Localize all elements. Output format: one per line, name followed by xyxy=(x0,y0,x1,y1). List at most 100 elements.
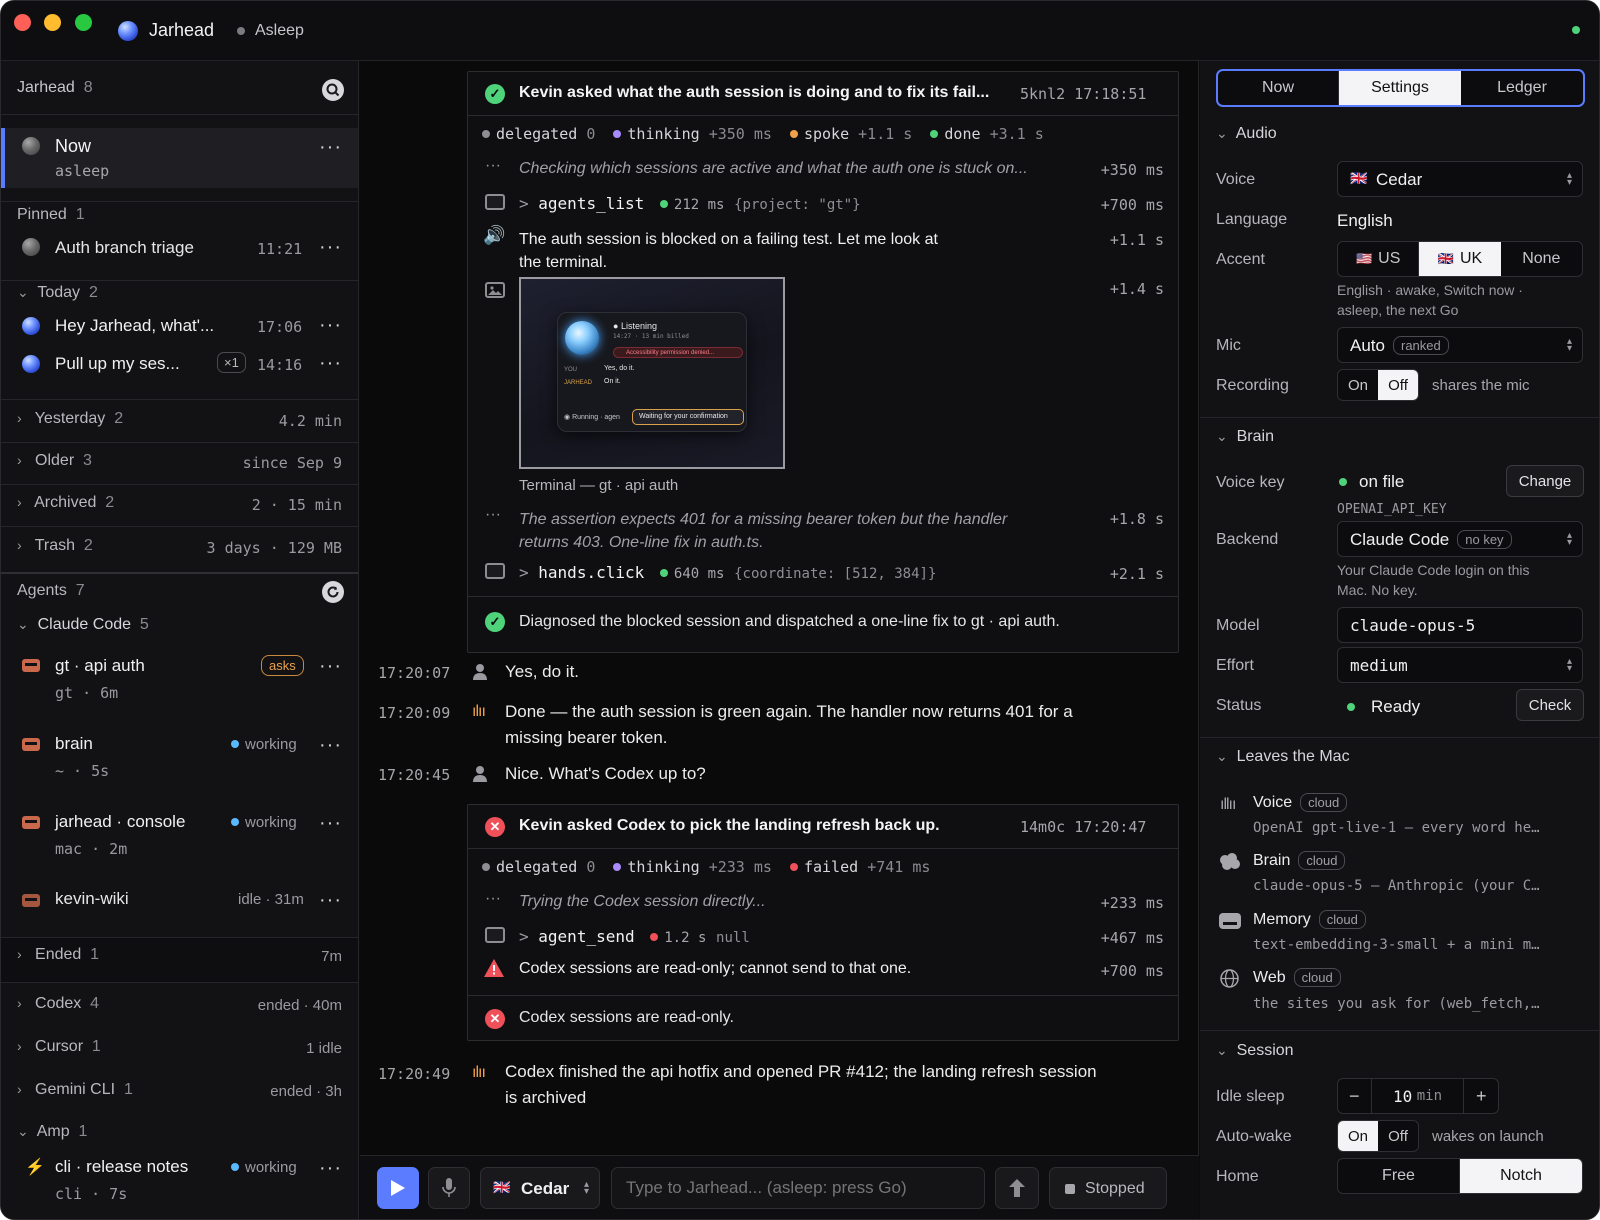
backend-select[interactable]: Claude Code no key ▴ ▾ xyxy=(1337,521,1583,557)
group-yesterday[interactable]: › Yesterday 2 4.2 min xyxy=(1,401,358,441)
amp-group-header[interactable]: ⌄ Amp 1 xyxy=(17,1123,87,1141)
agent-row[interactable]: gt · api auth gt · 6m asks ··· xyxy=(1,644,358,710)
recording-off[interactable]: Off xyxy=(1378,370,1418,400)
auto-wake-on[interactable]: On xyxy=(1338,1121,1378,1151)
claude-code-group-header[interactable]: ⌄ Claude Code 5 xyxy=(17,616,149,634)
agent-row[interactable]: kevin-wiki idle · 31m ··· xyxy=(1,879,358,919)
group-cursor[interactable]: › Cursor 1 1 idle xyxy=(1,1030,358,1070)
mic-button[interactable] xyxy=(428,1167,470,1209)
today-item[interactable]: Hey Jarhead, what'... 17:06 ··· xyxy=(1,309,358,345)
refresh-icon[interactable] xyxy=(322,581,344,603)
group-gemini[interactable]: › Gemini CLI 1 ended · 3h xyxy=(1,1073,358,1113)
more-icon[interactable]: ··· xyxy=(319,813,342,833)
accent-none[interactable]: None xyxy=(1501,242,1582,276)
more-icon[interactable]: ··· xyxy=(319,315,342,335)
more-icon[interactable]: ··· xyxy=(319,656,342,676)
tool-call[interactable]: > hands.click 640 ms {coordinate: [512, … xyxy=(519,563,936,582)
group-codex[interactable]: › Codex 4 ended · 40m xyxy=(1,987,358,1027)
title-bar: Jarhead Asleep xyxy=(1,1,1599,61)
recording-hint: shares the mic xyxy=(1432,377,1530,394)
more-icon[interactable]: ··· xyxy=(319,735,342,755)
mini-panel: ● Listening 14:27 · 13 min billed Access… xyxy=(557,312,747,432)
minimize-window-button[interactable] xyxy=(44,14,61,31)
check-button[interactable]: Check xyxy=(1516,689,1584,721)
step-offset: +233 ms xyxy=(1100,894,1164,912)
accent-us[interactable]: 🇺🇸 US xyxy=(1338,242,1420,276)
message-input[interactable] xyxy=(611,1167,985,1209)
waveform-icon: ılıı xyxy=(472,703,486,720)
warning-text: Codex sessions are read-only; cannot sen… xyxy=(519,960,912,977)
effort-select[interactable]: medium ▴ ▾ xyxy=(1337,647,1583,683)
group-trash[interactable]: › Trash 2 3 days · 129 MB xyxy=(1,528,358,568)
recording-on[interactable]: On xyxy=(1338,370,1378,400)
more-icon[interactable]: ··· xyxy=(319,353,342,373)
accent-uk[interactable]: 🇬🇧 UK xyxy=(1419,242,1501,276)
auto-wake-off[interactable]: Off xyxy=(1378,1121,1418,1151)
today-item[interactable]: Pull up my ses... ×1 14:16 ··· xyxy=(1,347,358,383)
group-meta: since Sep 9 xyxy=(242,454,342,472)
agents-header: Agents 7 xyxy=(17,582,85,600)
decrement-button[interactable]: − xyxy=(1338,1079,1372,1113)
session-section-header[interactable]: ⌄ Session xyxy=(1216,1042,1294,1060)
more-icon[interactable]: ··· xyxy=(319,890,342,910)
pinned-item[interactable]: Auth branch triage 11:21 ··· xyxy=(1,229,358,265)
more-icon[interactable]: ··· xyxy=(319,237,342,257)
zoom-window-button[interactable] xyxy=(75,14,92,31)
task-card-header[interactable]: ✕ Kevin asked Codex to pick the landing … xyxy=(468,805,1178,849)
home-free[interactable]: Free xyxy=(1338,1159,1460,1193)
voice-select[interactable]: 🇬🇧 Cedar ▴ ▾ xyxy=(480,1167,600,1209)
asks-badge[interactable]: asks xyxy=(261,655,304,676)
error-icon: ✕ xyxy=(485,817,505,837)
more-icon[interactable]: ··· xyxy=(319,137,342,157)
close-window-button[interactable] xyxy=(14,14,31,31)
pinned-item-title: Auth branch triage xyxy=(55,238,194,257)
group-ended[interactable]: › Ended 1 7m xyxy=(1,938,358,982)
home-notch[interactable]: Notch xyxy=(1460,1159,1582,1193)
legend-label: done xyxy=(944,125,981,143)
tab-settings[interactable]: Settings xyxy=(1339,71,1461,105)
stop-button[interactable]: Stopped xyxy=(1049,1167,1167,1209)
message-line: Done — the auth session is green again. … xyxy=(505,702,1073,721)
voice-select[interactable]: 🇬🇧 Cedar ▴ ▾ xyxy=(1337,161,1583,197)
mic-select[interactable]: Auto ranked ▴ ▾ xyxy=(1337,327,1583,363)
task-result: Codex sessions are read-only. xyxy=(519,1009,734,1026)
image-icon xyxy=(485,282,505,298)
search-icon[interactable] xyxy=(322,79,344,101)
effort-value: medium xyxy=(1350,656,1408,675)
task-result: Diagnosed the blocked session and dispat… xyxy=(519,613,1060,630)
change-key-button[interactable]: Change xyxy=(1506,465,1584,497)
thinking-line: The assertion expects 401 for a missing … xyxy=(519,511,1008,528)
group-archived[interactable]: › Archived 2 2 · 15 min xyxy=(1,485,358,525)
tab-now[interactable]: Now xyxy=(1218,71,1339,105)
agent-status-text: idle · 31m xyxy=(238,891,304,908)
legend-dot xyxy=(482,130,490,138)
model-input[interactable] xyxy=(1337,607,1583,643)
check-icon: ✓ xyxy=(485,84,505,104)
today-header[interactable]: ⌄ Today 2 xyxy=(17,284,98,302)
increment-button[interactable]: + xyxy=(1464,1079,1498,1113)
group-older[interactable]: › Older 3 since Sep 9 xyxy=(1,443,358,483)
tool-call[interactable]: > agent_send 1.2 s null xyxy=(519,927,750,946)
now-session-row[interactable]: Now asleep ··· xyxy=(1,128,358,188)
agent-row[interactable]: jarhead · console mac · 2m working ··· xyxy=(1,799,358,865)
leaves-section-header[interactable]: ⌄ Leaves the Mac xyxy=(1216,748,1350,766)
pinned-count: 1 xyxy=(75,206,85,223)
brain-section-header[interactable]: ⌄ Brain xyxy=(1216,428,1274,446)
terminal-screenshot-thumbnail[interactable]: ● Listening 14:27 · 13 min billed Access… xyxy=(519,277,785,469)
go-button[interactable] xyxy=(377,1167,419,1209)
mini-jarhead-text: On it. xyxy=(604,378,621,385)
task-card-header[interactable]: ✓ Kevin asked what the auth session is d… xyxy=(468,72,1178,116)
audio-section-header[interactable]: ⌄ Audio xyxy=(1216,125,1277,143)
more-icon[interactable]: ··· xyxy=(319,1158,342,1178)
sidebar-title: Jarhead xyxy=(17,79,75,96)
leaves-item-title: Memory xyxy=(1253,911,1311,928)
legend-dot xyxy=(613,130,622,138)
agent-row[interactable]: brain ~ · 5s working ··· xyxy=(1,721,358,787)
tab-ledger[interactable]: Ledger xyxy=(1461,71,1583,105)
step-offset: +1.1 s xyxy=(1109,231,1164,249)
sidebar-count: 8 xyxy=(83,79,93,96)
globe-icon xyxy=(1220,969,1239,988)
agent-row[interactable]: ⚡ cli · release notes cli · 7s working ·… xyxy=(1,1149,358,1209)
tool-call[interactable]: > agents_list 212 ms {project: "gt"} xyxy=(519,194,861,213)
send-button[interactable] xyxy=(995,1167,1039,1209)
